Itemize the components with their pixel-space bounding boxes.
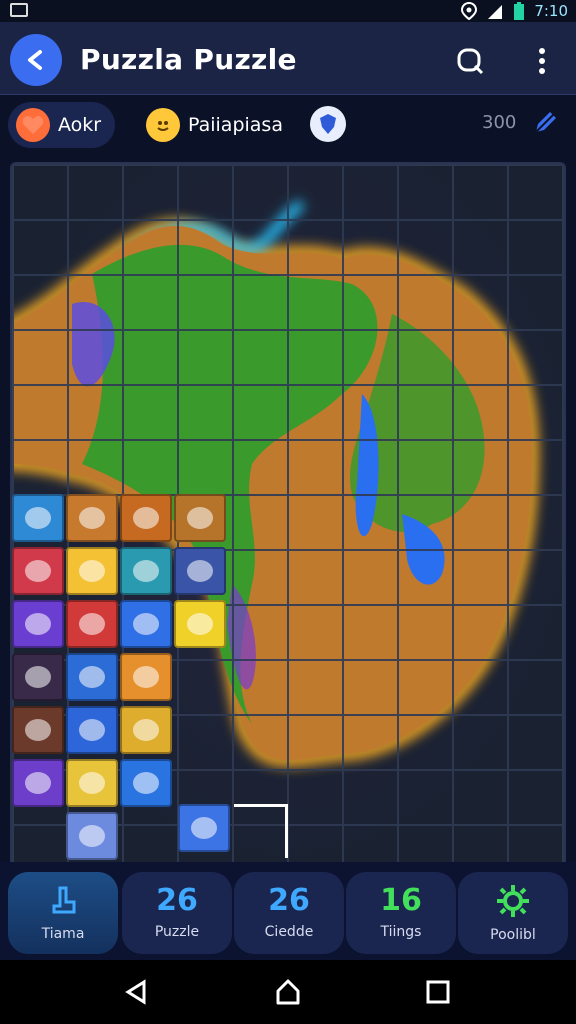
notification-icon xyxy=(10,3,28,17)
selection-frame xyxy=(234,804,288,858)
blue-creature-icon[interactable] xyxy=(174,547,226,595)
player1-name: Aokr xyxy=(58,114,102,136)
nav-recents-button[interactable] xyxy=(422,976,454,1008)
tile-glyph xyxy=(25,666,51,688)
tile-glyph xyxy=(79,825,105,847)
info-bar: Aokr Paiiapiasa 300 xyxy=(0,96,576,154)
monkey-icon[interactable] xyxy=(12,600,64,648)
tile-glyph xyxy=(79,666,105,688)
tile-glyph xyxy=(79,507,105,529)
unicorn-icon[interactable] xyxy=(120,706,172,754)
black-creature-icon[interactable] xyxy=(12,653,64,701)
score-value: 300 xyxy=(482,112,517,133)
player1-chip[interactable]: Aokr xyxy=(8,102,116,148)
tile-glyph xyxy=(133,772,159,794)
tile-glyph xyxy=(187,613,213,635)
tile-glyph xyxy=(79,719,105,741)
tile-glyph xyxy=(79,560,105,582)
location-icon xyxy=(461,2,478,20)
yellow-bear-icon[interactable] xyxy=(66,547,118,595)
white-bird-icon[interactable] xyxy=(66,600,118,648)
orange-creature-icon[interactable] xyxy=(120,494,172,542)
teal-creature-icon[interactable] xyxy=(120,547,172,595)
blue-square-icon[interactable] xyxy=(120,759,172,807)
player2-name: Paiiapiasa xyxy=(188,114,283,136)
tab-tiama[interactable]: Tiama xyxy=(8,872,118,954)
tile-glyph xyxy=(133,560,159,582)
home-circle-icon xyxy=(276,979,300,1005)
status-time: 7:10 xyxy=(534,2,568,20)
white-ghost-icon[interactable] xyxy=(66,812,118,860)
tile-glyph xyxy=(25,507,51,529)
status-bar: 7:10 xyxy=(0,0,576,22)
search-button[interactable] xyxy=(452,43,488,79)
nav-home-button[interactable] xyxy=(272,976,304,1008)
tab-poolibl[interactable]: Poolibl xyxy=(458,872,568,954)
rocket-icon[interactable] xyxy=(120,653,172,701)
blue-bird-icon[interactable] xyxy=(178,804,230,852)
blue-star-icon[interactable] xyxy=(120,600,172,648)
hand-icon xyxy=(52,886,76,914)
more-vert-icon xyxy=(539,48,545,74)
tile-glyph xyxy=(79,772,105,794)
app-title: Puzzla Puzzle xyxy=(80,43,297,76)
pencil-icon[interactable] xyxy=(532,110,558,136)
shield-icon[interactable] xyxy=(310,106,346,142)
avatar-heart-icon xyxy=(16,108,50,142)
blue-heart-icon[interactable] xyxy=(66,706,118,754)
tile-glyph xyxy=(25,719,51,741)
tile-glyph xyxy=(133,666,159,688)
tab-label: Tiama xyxy=(41,926,85,942)
blue-cat-icon[interactable] xyxy=(66,653,118,701)
tile-glyph xyxy=(79,613,105,635)
tile-glyph xyxy=(25,613,51,635)
yellow-star-animal-icon[interactable] xyxy=(174,494,226,542)
back-icon xyxy=(28,50,42,70)
yellow-bird-icon[interactable] xyxy=(66,494,118,542)
back-triangle-icon xyxy=(125,979,146,1005)
tile-glyph xyxy=(187,507,213,529)
white-bird-icon[interactable] xyxy=(66,759,118,807)
purple-tile-icon[interactable] xyxy=(12,759,64,807)
tab-label: Ciedde xyxy=(264,924,314,940)
signal-icon xyxy=(488,5,503,19)
search-icon xyxy=(457,48,484,75)
blue-blob-icon[interactable] xyxy=(12,494,64,542)
tile-glyph xyxy=(133,507,159,529)
player2-chip[interactable]: Paiiapiasa xyxy=(138,102,297,148)
tab-value: 26 xyxy=(268,883,310,918)
tile-glyph xyxy=(25,560,51,582)
tab-label: Puzzle xyxy=(154,924,200,940)
recents-square-icon xyxy=(426,980,450,1004)
bottom-tab-bar: Tiama 26 Puzzle 26 Ciedde 16 Tiings Pool… xyxy=(0,862,576,960)
tab-label: Tiings xyxy=(380,924,422,940)
system-nav-bar xyxy=(0,960,576,1024)
piece-tray xyxy=(12,494,234,913)
tile-glyph xyxy=(133,719,159,741)
tab-value: 16 xyxy=(380,883,422,918)
back-button[interactable] xyxy=(10,34,62,86)
tile-glyph xyxy=(25,772,51,794)
tab-value: 26 xyxy=(156,883,198,918)
nav-back-button[interactable] xyxy=(120,976,152,1008)
tab-label: Poolibl xyxy=(490,927,536,943)
white-dog-icon[interactable] xyxy=(12,706,64,754)
pink-cat-icon[interactable] xyxy=(12,547,64,595)
tab-puzzle[interactable]: 26 Puzzle xyxy=(122,872,232,954)
gear-icon xyxy=(497,885,529,917)
tile-glyph xyxy=(187,560,213,582)
battery-icon xyxy=(514,2,525,20)
tab-tiings[interactable]: 16 Tiings xyxy=(346,872,456,954)
more-button[interactable] xyxy=(526,43,558,79)
tab-ciedde[interactable]: 26 Ciedde xyxy=(234,872,344,954)
avatar-face-icon xyxy=(146,108,180,142)
tile-glyph xyxy=(133,613,159,635)
app-bar: Puzzla Puzzle xyxy=(0,22,576,95)
blue-gift-icon[interactable] xyxy=(174,600,226,648)
tile-glyph xyxy=(191,817,217,839)
